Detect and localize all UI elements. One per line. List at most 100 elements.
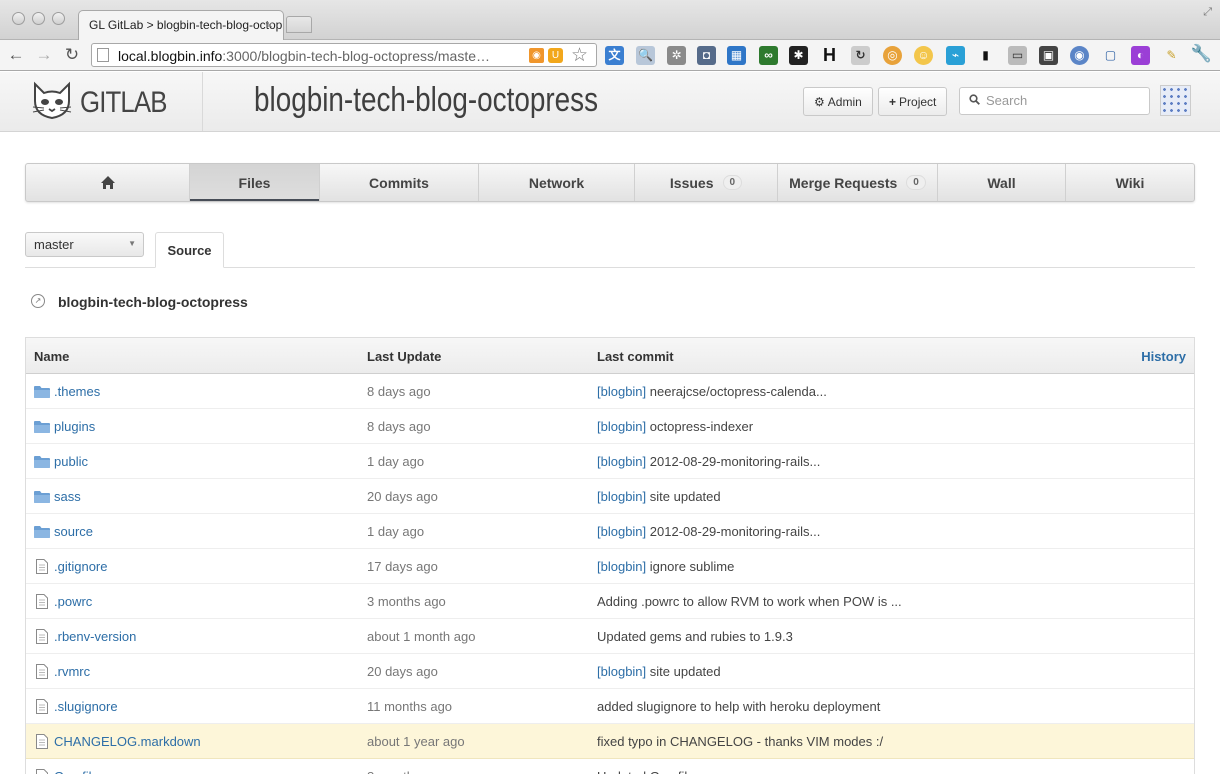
commit-message[interactable]: 2012-08-29-monitoring-rails...: [650, 524, 821, 539]
reload-button[interactable]: ↻: [61, 44, 83, 66]
user-avatar[interactable]: [1160, 85, 1191, 116]
file-name-link[interactable]: Gemfile: [34, 769, 99, 774]
commit-message[interactable]: Updated gems and rubies to 1.9.3: [597, 629, 793, 644]
tab-source[interactable]: Source: [155, 232, 224, 268]
extension-icon[interactable]: 🔍: [636, 46, 655, 65]
wrench-icon[interactable]: 🔧: [1191, 44, 1212, 64]
file-name-link[interactable]: .themes: [34, 384, 100, 399]
last-commit[interactable]: Updated gems and rubies to 1.9.3: [597, 629, 793, 644]
tab-wall[interactable]: Wall: [938, 164, 1066, 201]
last-commit[interactable]: [blogbin] 2012-08-29-monitoring-rails...: [597, 454, 820, 469]
forward-button[interactable]: →: [33, 44, 55, 66]
extension-icon[interactable]: U: [548, 48, 563, 63]
commit-message[interactable]: site updated: [650, 489, 721, 504]
extension-icon[interactable]: ◐: [1131, 46, 1150, 65]
last-commit[interactable]: [blogbin] ignore sublime: [597, 559, 734, 574]
last-commit[interactable]: [blogbin] site updated: [597, 664, 721, 679]
last-commit[interactable]: [blogbin] octopress-indexer: [597, 419, 753, 434]
tree-title[interactable]: blogbin-tech-blog-octopress: [58, 294, 248, 310]
table-row[interactable]: Gemfile 8 months ago Updated Gemfile: [26, 759, 1194, 774]
fullscreen-icon[interactable]: ⤢: [1203, 6, 1212, 19]
window-zoom-button[interactable]: [52, 12, 65, 25]
new-project-button[interactable]: + Project: [878, 87, 948, 116]
table-row[interactable]: public 1 day ago [blogbin] 2012-08-29-moni…: [26, 444, 1194, 479]
table-row[interactable]: .gitignore 17 days ago [blogbin] ignore su…: [26, 549, 1194, 584]
commit-message[interactable]: added slugignore to help with heroku dep…: [597, 699, 880, 714]
file-name-link[interactable]: .rbenv-version: [34, 629, 136, 644]
tab-files[interactable]: Files: [190, 164, 320, 201]
commit-author[interactable]: [blogbin]: [597, 489, 646, 504]
table-row[interactable]: CHANGELOG.markdown about 1 year ago fixed …: [26, 724, 1194, 759]
extension-icon[interactable]: ▢: [1101, 46, 1120, 65]
back-button[interactable]: ←: [5, 44, 27, 66]
extension-icon[interactable]: ☺: [914, 46, 933, 65]
address-url[interactable]: local.blogbin.info:3000/blogbin-tech-blo…: [118, 48, 532, 64]
tab-close-icon[interactable]: ×: [266, 18, 273, 32]
tab-issues[interactable]: Issues 0: [635, 164, 778, 201]
extension-icon[interactable]: ↻: [851, 46, 870, 65]
extension-icon[interactable]: H: [820, 46, 839, 65]
extension-icon[interactable]: ▮: [976, 46, 995, 65]
commit-message[interactable]: 2012-08-29-monitoring-rails...: [650, 454, 821, 469]
file-name-link[interactable]: public: [34, 454, 88, 469]
window-close-button[interactable]: [12, 12, 25, 25]
tab-merge-requests[interactable]: Merge Requests 0: [778, 164, 938, 201]
camera-icon[interactable]: ◘: [697, 46, 716, 65]
calendar-icon[interactable]: ▦: [727, 46, 746, 65]
address-bar[interactable]: local.blogbin.info:3000/blogbin-tech-blo…: [91, 43, 597, 67]
extension-icon[interactable]: ▭: [1008, 46, 1027, 65]
commit-message[interactable]: neerajcse/octopress-calenda...: [650, 384, 827, 399]
extension-icon[interactable]: ✎: [1162, 46, 1181, 65]
tab-home[interactable]: [26, 164, 190, 201]
bookmark-star-icon[interactable]: ☆: [571, 44, 588, 67]
project-title[interactable]: blogbin-tech-blog-octopress: [254, 81, 598, 120]
tab-commits[interactable]: Commits: [320, 164, 479, 201]
tab-network[interactable]: Network: [479, 164, 635, 201]
file-name-link[interactable]: .slugignore: [34, 699, 118, 714]
extension-icon[interactable]: ◉: [1070, 46, 1089, 65]
commit-author[interactable]: [blogbin]: [597, 559, 646, 574]
table-row[interactable]: .themes 8 days ago [blogbin] neerajcse/oct…: [26, 374, 1194, 409]
admin-button[interactable]: ⚙ Admin: [803, 87, 873, 116]
translate-icon[interactable]: 文: [605, 46, 624, 65]
history-link[interactable]: History: [1141, 349, 1186, 364]
search-input[interactable]: [986, 93, 1136, 108]
commit-message[interactable]: Adding .powrc to allow RVM to work when …: [597, 594, 902, 609]
file-name-link[interactable]: .powrc: [34, 594, 92, 609]
logo-link[interactable]: GITLAB: [0, 72, 203, 131]
last-commit[interactable]: [blogbin] neerajcse/octopress-calenda...: [597, 384, 827, 399]
commit-author[interactable]: [blogbin]: [597, 664, 646, 679]
commit-author[interactable]: [blogbin]: [597, 419, 646, 434]
file-name-link[interactable]: sass: [34, 489, 81, 504]
browser-tab[interactable]: GL GitLab > blogbin-tech-blog-octopress …: [78, 10, 284, 41]
commit-author[interactable]: [blogbin]: [597, 384, 646, 399]
table-row[interactable]: sass 20 days ago [blogbin] site updated: [26, 479, 1194, 514]
table-row[interactable]: .rbenv-version about 1 month ago Updated g…: [26, 619, 1194, 654]
extension-icon[interactable]: ✲: [667, 46, 686, 65]
extension-icon[interactable]: ⌁: [946, 46, 965, 65]
window-minimize-button[interactable]: [32, 12, 45, 25]
file-name-link[interactable]: source: [34, 524, 93, 539]
table-row[interactable]: .rvmrc 20 days ago [blogbin] site updated: [26, 654, 1194, 689]
last-commit[interactable]: Updated Gemfile: [597, 769, 695, 774]
extension-icon[interactable]: ∞: [759, 46, 778, 65]
table-row[interactable]: .slugignore 11 months ago added slugignore…: [26, 689, 1194, 724]
table-row[interactable]: source 1 day ago [blogbin] 2012-08-29-moni…: [26, 514, 1194, 549]
search-box[interactable]: [959, 87, 1150, 115]
extension-icon[interactable]: ▣: [1039, 46, 1058, 65]
new-tab-button[interactable]: [286, 16, 312, 33]
file-name-link[interactable]: plugins: [34, 419, 95, 434]
table-row[interactable]: plugins 8 days ago [blogbin] octopress-ind…: [26, 409, 1194, 444]
table-row[interactable]: .powrc 3 months ago Adding .powrc to allow…: [26, 584, 1194, 619]
commit-message[interactable]: octopress-indexer: [650, 419, 753, 434]
commit-message[interactable]: Updated Gemfile: [597, 769, 695, 774]
commit-author[interactable]: [blogbin]: [597, 524, 646, 539]
tab-wiki[interactable]: Wiki: [1066, 164, 1194, 201]
last-commit[interactable]: [blogbin] site updated: [597, 489, 721, 504]
chrome-icon[interactable]: ◎: [883, 46, 902, 65]
extension-icon[interactable]: ✱: [789, 46, 808, 65]
file-name-link[interactable]: .gitignore: [34, 559, 107, 574]
last-commit[interactable]: [blogbin] 2012-08-29-monitoring-rails...: [597, 524, 820, 539]
last-commit[interactable]: added slugignore to help with heroku dep…: [597, 699, 880, 714]
rss-icon[interactable]: ◉: [529, 48, 544, 63]
